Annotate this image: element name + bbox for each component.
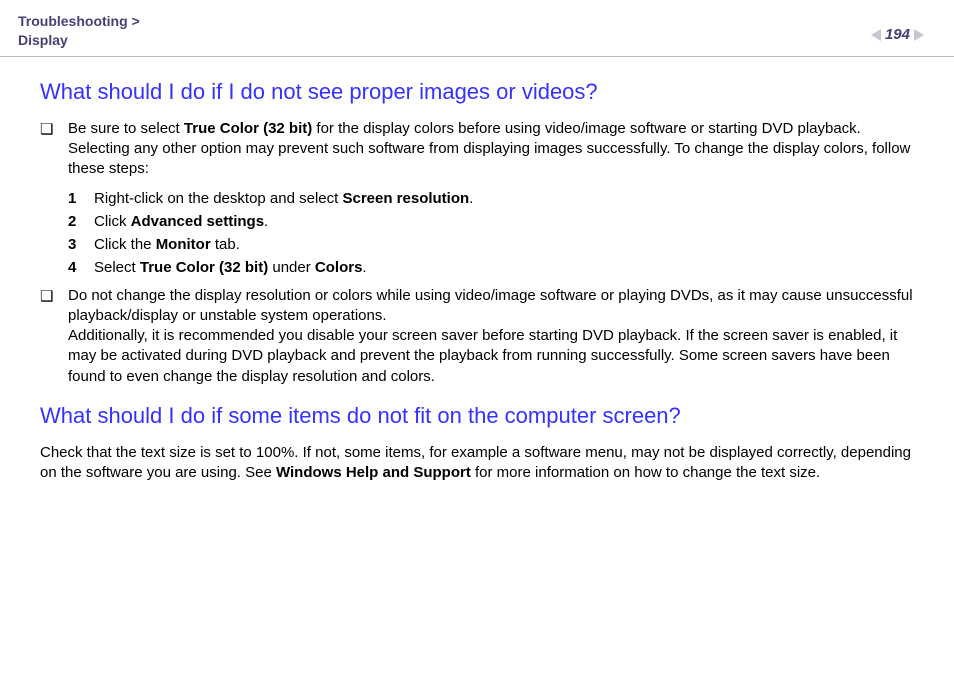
text-run: Select [94, 259, 140, 276]
step-number: 2 [68, 213, 94, 230]
text-run: Additionally, it is recommended you disa… [68, 327, 897, 385]
bullet-item: ❑ Be sure to select True Color (32 bit) … [40, 119, 914, 180]
bullet-icon: ❑ [40, 119, 68, 138]
page-header: Troubleshooting > Display 194 [0, 0, 954, 57]
bullet-text: Be sure to select True Color (32 bit) fo… [68, 119, 914, 180]
page-number-nav: 194 [871, 26, 924, 43]
text-run: Click the [94, 236, 156, 253]
heading-images-videos: What should I do if I do not see proper … [40, 79, 914, 105]
bullet-icon: ❑ [40, 286, 68, 305]
paragraph: Check that the text size is set to 100%.… [40, 443, 914, 484]
breadcrumb-page: Display [18, 32, 68, 48]
text-bold: Advanced settings [131, 213, 264, 230]
page-number: 194 [885, 26, 910, 43]
text-run: . [264, 213, 268, 230]
text-bold: Screen resolution [342, 190, 469, 207]
text-run: for more information on how to change th… [471, 464, 820, 481]
text-bold: Colors [315, 259, 363, 276]
breadcrumb-section: Troubleshooting [18, 13, 128, 29]
step-text: Select True Color (32 bit) under Colors. [94, 259, 914, 276]
steps-list: 1 Right-click on the desktop and select … [68, 190, 914, 276]
text-bold: Windows Help and Support [276, 464, 471, 481]
text-run: under [268, 259, 315, 276]
prev-page-icon[interactable] [871, 29, 881, 41]
bullet-item: ❑ Do not change the display resolution o… [40, 286, 914, 387]
step-item: 1 Right-click on the desktop and select … [68, 190, 914, 207]
text-run: Do not change the display resolution or … [68, 287, 913, 324]
breadcrumb-sep: > [128, 13, 140, 29]
text-run: . [469, 190, 473, 207]
text-run: tab. [211, 236, 240, 253]
text-run: Right-click on the desktop and select [94, 190, 342, 207]
heading-items-fit: What should I do if some items do not fi… [40, 403, 914, 429]
step-item: 4 Select True Color (32 bit) under Color… [68, 259, 914, 276]
text-bold: True Color (32 bit) [184, 120, 312, 137]
page-content: What should I do if I do not see proper … [0, 57, 954, 514]
step-text: Click the Monitor tab. [94, 236, 914, 253]
step-item: 2 Click Advanced settings. [68, 213, 914, 230]
next-page-icon[interactable] [914, 29, 924, 41]
step-number: 4 [68, 259, 94, 276]
text-run: Click [94, 213, 131, 230]
text-bold: Monitor [156, 236, 211, 253]
step-number: 1 [68, 190, 94, 207]
step-text: Click Advanced settings. [94, 213, 914, 230]
text-bold: True Color (32 bit) [140, 259, 268, 276]
bullet-text: Do not change the display resolution or … [68, 286, 914, 387]
text-run: . [362, 259, 366, 276]
text-run: Be sure to select [68, 120, 184, 137]
step-number: 3 [68, 236, 94, 253]
step-text: Right-click on the desktop and select Sc… [94, 190, 914, 207]
step-item: 3 Click the Monitor tab. [68, 236, 914, 253]
breadcrumb: Troubleshooting > Display [18, 12, 140, 50]
